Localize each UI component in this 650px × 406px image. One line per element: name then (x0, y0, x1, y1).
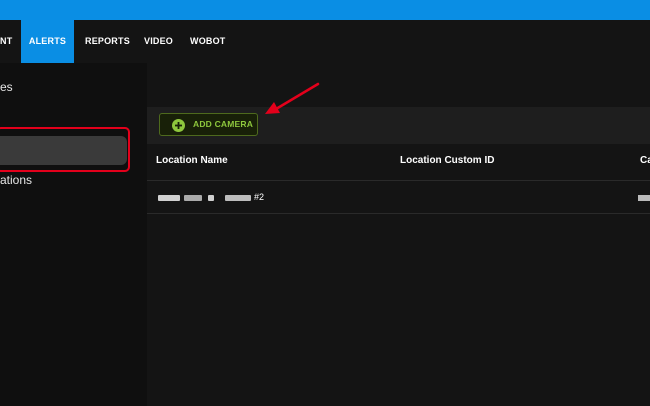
location-name-suffix: #2 (254, 192, 265, 202)
sidebar-heading: es (0, 80, 13, 94)
row-divider (147, 213, 650, 214)
column-header-location-name[interactable]: Location Name (156, 155, 228, 166)
nav-item-partial[interactable]: NT (0, 20, 14, 63)
redacted-text (225, 195, 251, 201)
redacted-text (184, 195, 202, 201)
nav-item-video[interactable]: VIDEO (144, 20, 173, 63)
top-navbar: NT ALERTS REPORTS VIDEO WOBOT (0, 20, 650, 63)
annotation-arrow-icon (265, 82, 320, 114)
column-header-location-custom-id[interactable]: Location Custom ID (400, 155, 494, 166)
nav-item-alerts[interactable]: ALERTS (21, 20, 74, 63)
redacted-text (208, 195, 214, 201)
nav-item-wobot[interactable]: WOBOT (190, 20, 226, 63)
sidebar-item-integrations[interactable]: ations (0, 173, 32, 187)
redacted-text (158, 195, 180, 201)
column-header-partial[interactable]: Ca (640, 155, 650, 166)
annotation-highlight-box (0, 127, 130, 172)
plus-circle-icon (172, 119, 185, 132)
redacted-text (638, 195, 650, 201)
header-divider (147, 180, 650, 181)
add-camera-label: ADD CAMERA (193, 119, 254, 129)
sidebar (0, 63, 147, 406)
top-accent-strip (0, 0, 650, 20)
add-camera-button[interactable]: ADD CAMERA (159, 113, 258, 136)
nav-item-reports[interactable]: REPORTS (85, 20, 130, 63)
